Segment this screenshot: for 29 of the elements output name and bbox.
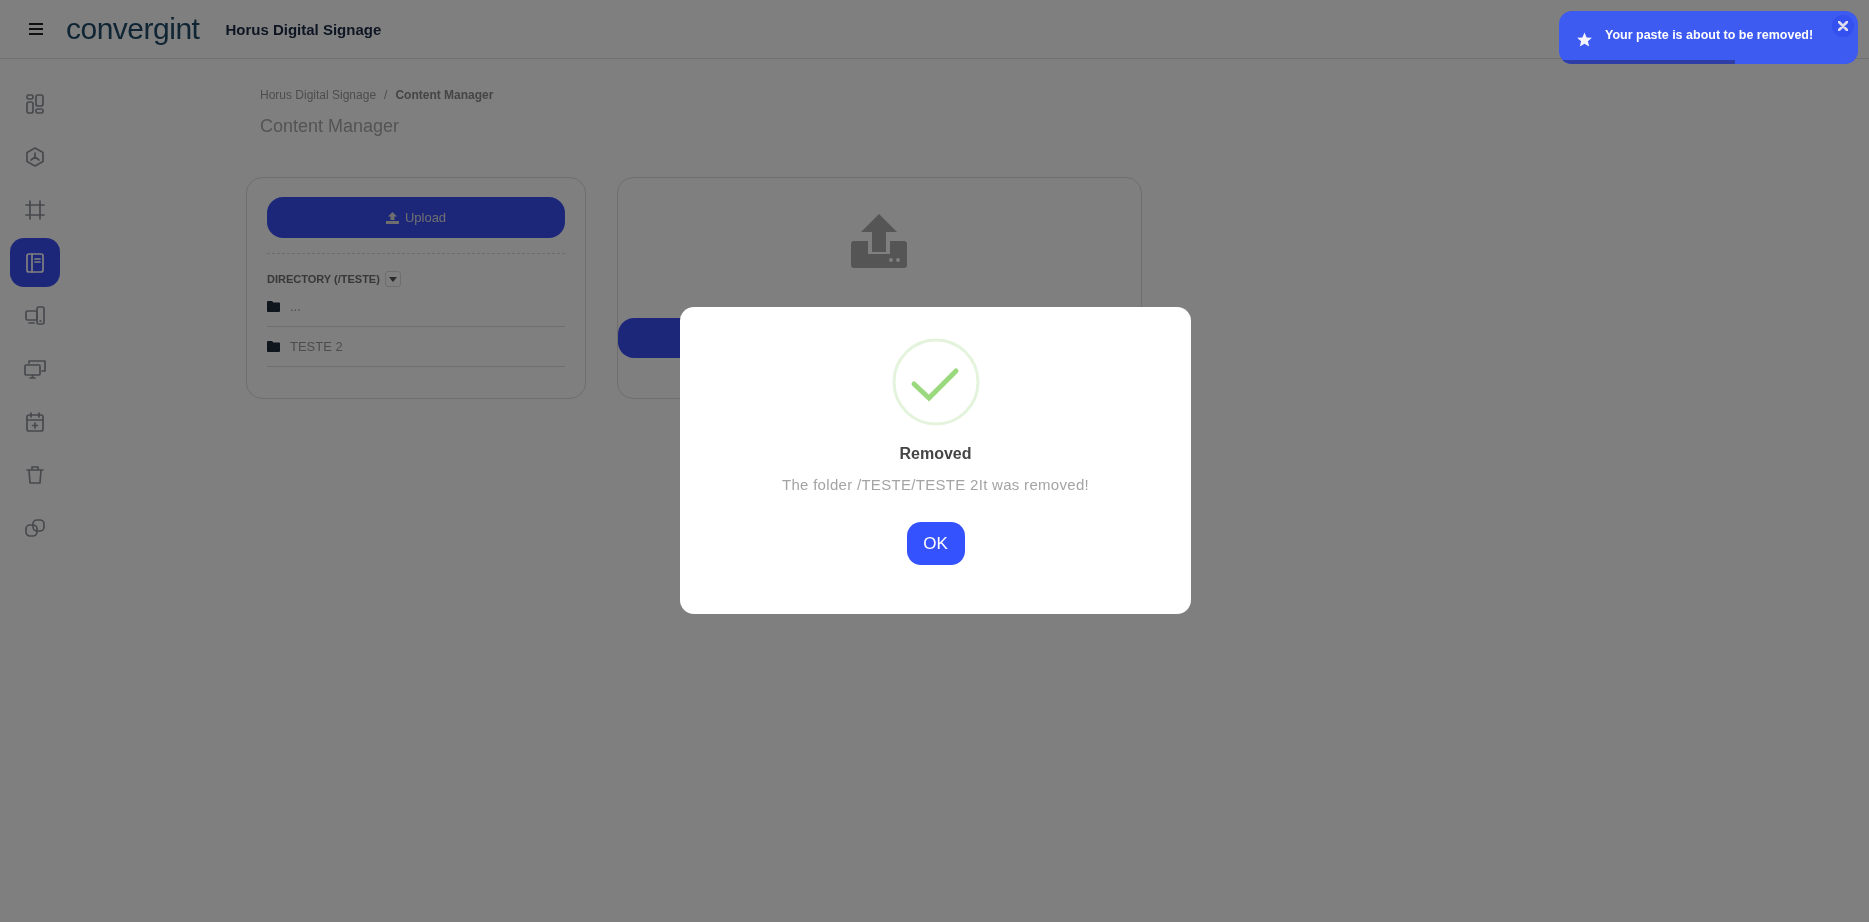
folder-icon (267, 341, 280, 352)
dashboard-icon (23, 91, 47, 116)
dialog-message: The folder /TESTE/TESTE 2It was removed! (781, 476, 1090, 493)
directory-label: DIRECTORY (/TESTE) (267, 273, 380, 285)
upload-button[interactable]: Upload (267, 197, 565, 238)
book-icon (23, 250, 47, 275)
caret-icon (388, 276, 397, 282)
app-title: Horus Digital Signage (225, 20, 382, 38)
close-icon (1838, 21, 1848, 31)
cube-icon (23, 144, 47, 169)
folder-icon (267, 301, 280, 312)
sidebar-item[interactable] (10, 238, 60, 287)
success-check-icon (890, 337, 981, 427)
frame-icon (23, 197, 47, 222)
dropdown-button[interactable] (384, 271, 401, 287)
breadcrumb-item[interactable]: Content Manager (395, 88, 494, 102)
logo: convergint (66, 12, 200, 46)
calendar-add-icon (23, 409, 47, 434)
folder-name[interactable]: ... (290, 299, 301, 314)
upload-icon (385, 211, 399, 224)
dialog-title: Removed (899, 445, 972, 463)
toast-message: Your paste is about to be removed! (1605, 27, 1814, 42)
star-icon (1576, 31, 1593, 48)
breadcrumb-separator: / (384, 88, 388, 102)
close-button[interactable] (1832, 15, 1854, 37)
devices-icon (23, 303, 47, 328)
menu-icon[interactable] (28, 22, 44, 36)
ok-button[interactable]: OK (906, 522, 965, 565)
upload-icon (851, 214, 907, 268)
